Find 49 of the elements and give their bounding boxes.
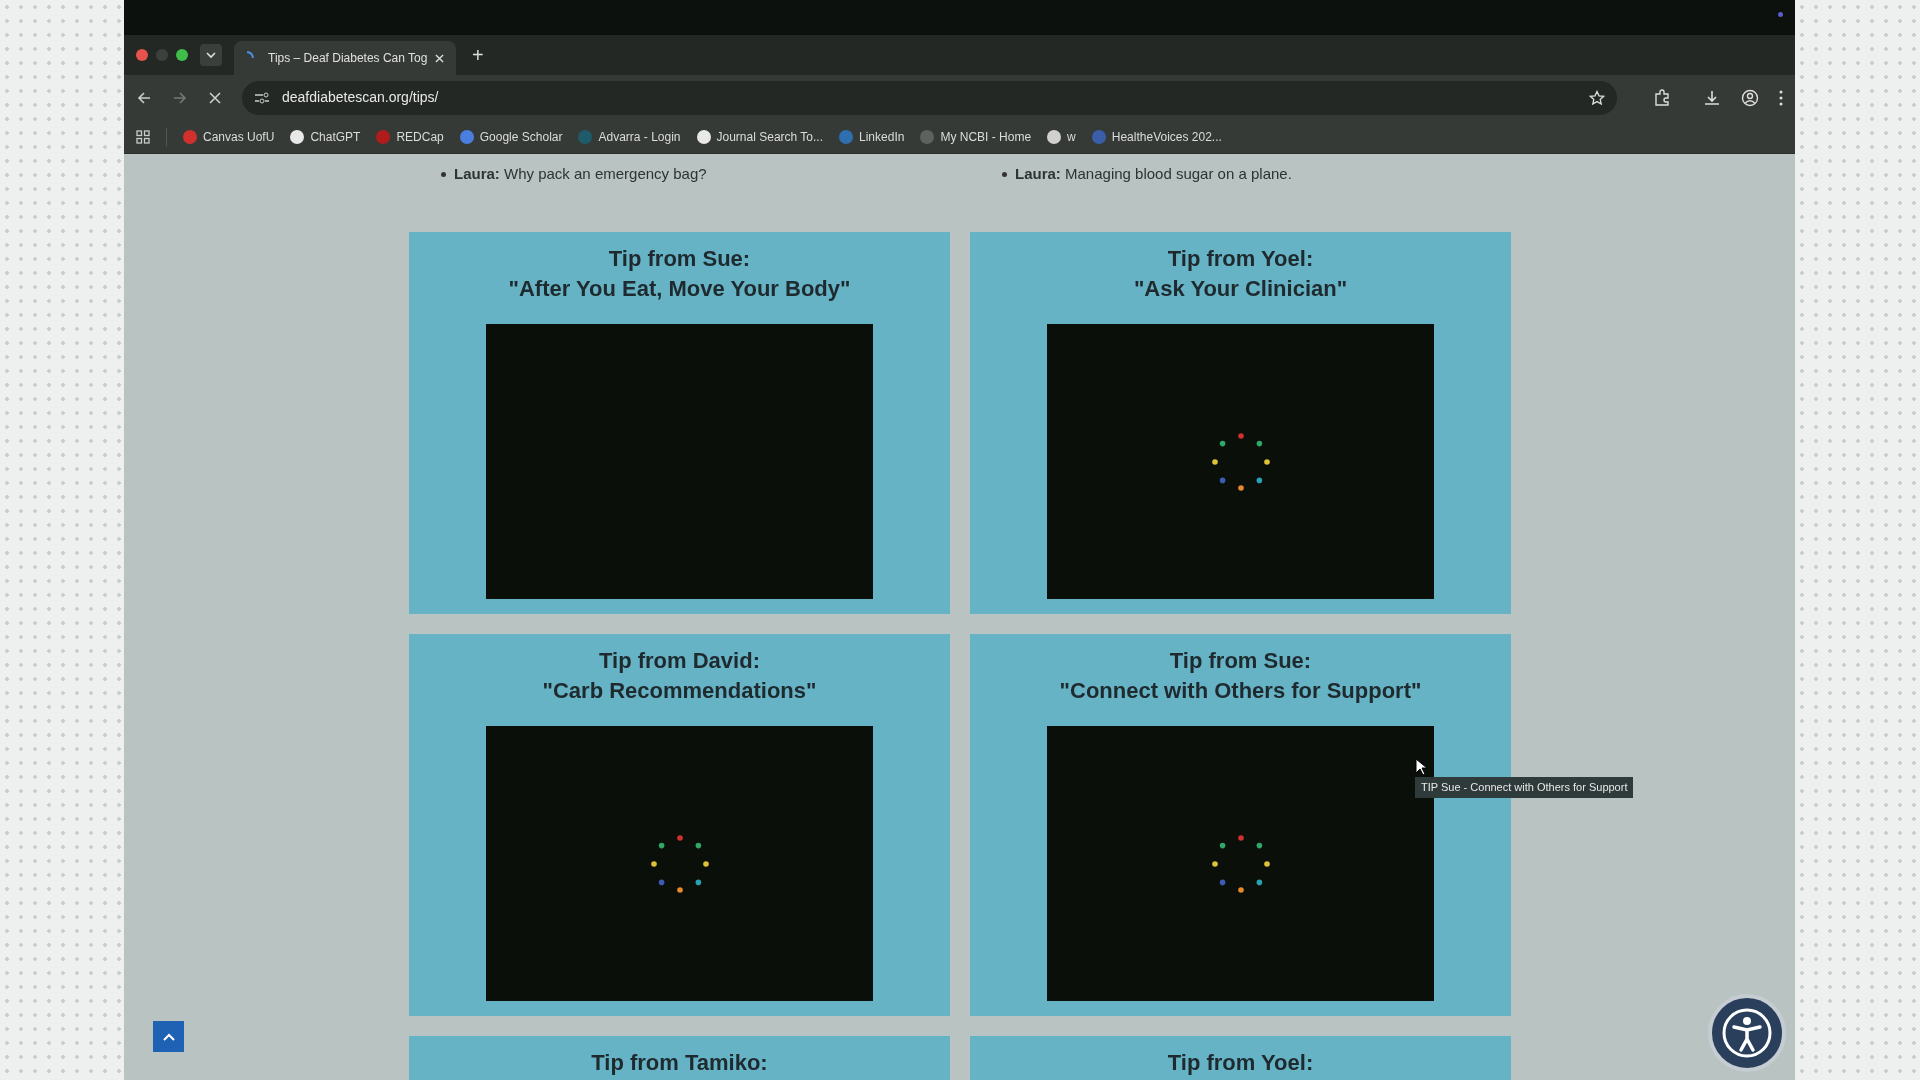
profile-icon[interactable] — [1741, 88, 1759, 107]
tooltip: TIP Sue - Connect with Others for Support — [1415, 777, 1634, 798]
menu-icon[interactable] — [1779, 89, 1783, 106]
tip-title: Tip from Sue: — [608, 245, 751, 273]
bookmark[interactable]: ChatGPT — [290, 127, 361, 146]
accessibility-icon — [1721, 1007, 1773, 1059]
bullet-icon — [441, 171, 446, 177]
close-window-icon[interactable] — [136, 49, 148, 61]
tip-title: Tip from Yoel: — [1167, 1049, 1314, 1077]
tip-title: Tip from Yoel: — [1167, 245, 1314, 273]
tip-title: Tip from David: — [599, 647, 760, 675]
list-item-text: Laura: Why pack an emergency bag? — [454, 163, 707, 184]
bookmark[interactable]: Advarra - Login — [578, 127, 681, 146]
extensions-icon[interactable] — [1653, 88, 1671, 107]
tip-title: Tip from Sue: — [1169, 647, 1312, 675]
address-bar[interactable]: deafdiabetescan.org/tips/ — [242, 80, 1617, 115]
bookmark[interactable]: REDCap — [376, 127, 444, 146]
loading-spinner-icon — [246, 51, 254, 59]
bookmark[interactable]: LinkedIn — [839, 127, 905, 146]
bookmark[interactable]: Journal Search To... — [696, 127, 824, 146]
maximize-window-icon[interactable] — [176, 49, 188, 61]
tip-subtitle: "Ask Your Clinician" — [1133, 275, 1348, 303]
apps-grid-icon[interactable] — [136, 129, 150, 144]
tip-subtitle: "After You Eat, Move Your Body" — [508, 275, 851, 303]
tip-subtitle: "Carb Recommendations" — [542, 677, 817, 705]
tip-title: Tip from Tamiko: — [591, 1049, 768, 1077]
list-item-text: Laura: Managing blood sugar on a plane. — [1015, 163, 1292, 184]
bookmark[interactable]: HealtheVoices 202... — [1091, 127, 1222, 146]
download-icon[interactable] — [1703, 88, 1721, 107]
mouse-cursor-icon — [1415, 758, 1427, 776]
browser-tab[interactable]: Tips – Deaf Diabetes Can Tog — [234, 41, 456, 75]
bullet-icon — [1002, 171, 1007, 177]
close-tab-icon[interactable] — [435, 53, 444, 63]
stop-loading-icon[interactable] — [208, 90, 222, 105]
bookmark[interactable]: My NCBI - Home — [920, 127, 1032, 146]
bookmark-star-icon[interactable] — [1589, 89, 1605, 106]
site-settings-icon[interactable] — [254, 90, 270, 105]
forward-icon[interactable] — [172, 89, 188, 106]
bookmark[interactable]: w — [1047, 127, 1076, 146]
tab-title: Tips – Deaf Diabetes Can Tog — [268, 50, 427, 67]
chevron-up-icon — [161, 1031, 176, 1042]
bookmark[interactable]: Canvas UofU — [183, 127, 275, 146]
back-icon[interactable] — [136, 89, 152, 106]
tip-subtitle: "Connect with Others for Support" — [1059, 677, 1422, 705]
url-text: deafdiabetescan.org/tips/ — [282, 88, 440, 107]
new-tab-button[interactable]: + — [472, 41, 484, 69]
scroll-to-top-button[interactable] — [153, 1021, 184, 1052]
bookmark[interactable]: Google Scholar — [459, 127, 563, 146]
tab-list-icon[interactable] — [200, 44, 222, 66]
